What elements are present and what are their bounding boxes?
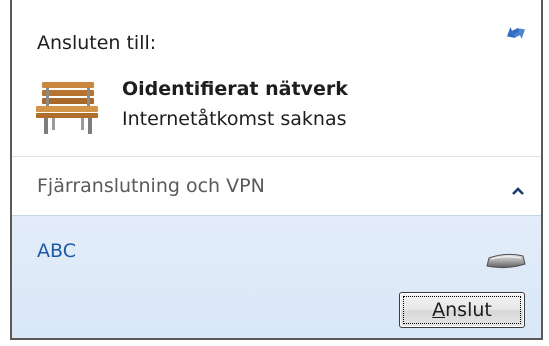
refresh-arrows-icon[interactable] [503, 22, 529, 44]
vpn-connection-item[interactable]: ABC Anslut [12, 216, 541, 338]
network-status: Internetåtkomst saknas [122, 108, 347, 130]
connected-to-label: Ansluten till: [37, 32, 157, 54]
vpn-connection-name: ABC [37, 240, 76, 262]
network-device-icon [485, 250, 527, 272]
chevron-up-icon[interactable] [511, 181, 525, 195]
network-flyout-panel: Ansluten till: Oidentifierat nätverk Int… [10, 0, 543, 340]
vpn-section-header[interactable]: Fjärranslutning och VPN [12, 157, 541, 215]
connect-button[interactable]: Anslut [399, 292, 525, 328]
vpn-section-label: Fjärranslutning och VPN [37, 175, 265, 197]
connected-section: Ansluten till: Oidentifierat nätverk Int… [12, 0, 541, 156]
bench-icon [34, 78, 102, 136]
network-name: Oidentifierat nätverk [122, 78, 348, 100]
